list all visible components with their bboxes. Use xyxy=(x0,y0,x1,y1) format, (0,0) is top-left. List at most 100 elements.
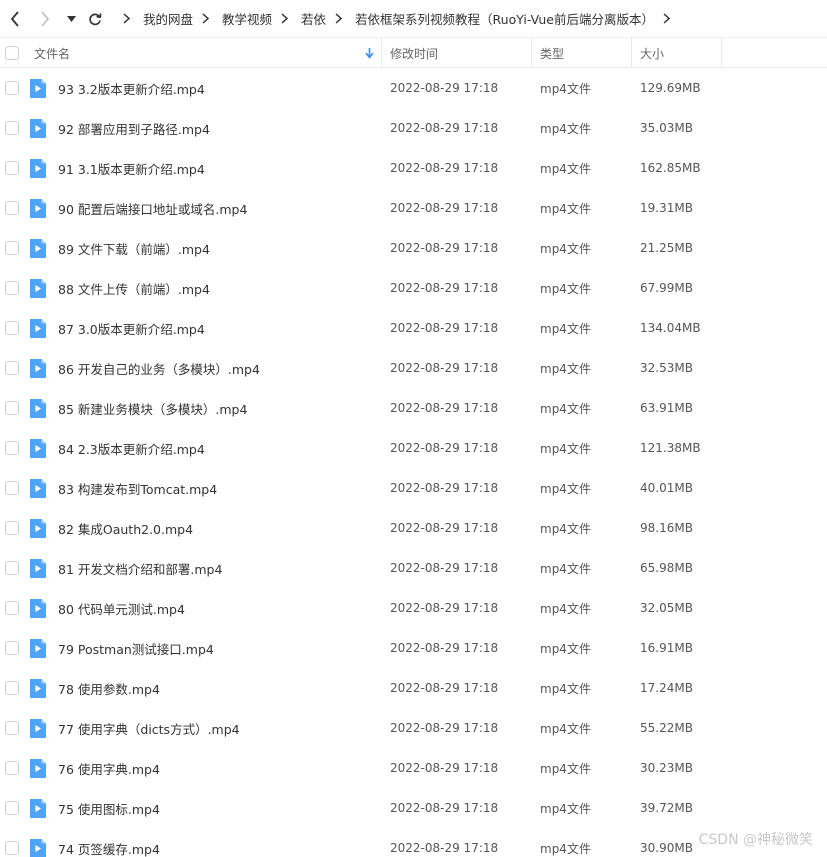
file-modified-time: 2022-08-29 17:18 xyxy=(390,361,499,375)
table-row[interactable]: 77 使用字典（dicts方式）.mp4 2022-08-29 17:18 mp4文… xyxy=(0,708,827,748)
file-name[interactable]: 87 3.0版本更新介绍.mp4 xyxy=(58,308,205,348)
back-button[interactable] xyxy=(4,8,26,30)
row-checkbox[interactable] xyxy=(5,348,19,388)
file-name[interactable]: 84 2.3版本更新介绍.mp4 xyxy=(58,428,205,468)
forward-button[interactable] xyxy=(34,8,56,30)
row-checkbox[interactable] xyxy=(5,828,19,857)
select-all-checkbox[interactable] xyxy=(5,38,19,68)
file-name[interactable]: 93 3.2版本更新介绍.mp4 xyxy=(58,68,205,108)
breadcrumb-expand-icon[interactable] xyxy=(663,13,673,25)
table-row[interactable]: 82 集成Oauth2.0.mp4 2022-08-29 17:18 mp4文件 98… xyxy=(0,508,827,548)
file-name[interactable]: 75 使用图标.mp4 xyxy=(58,788,160,828)
table-row[interactable]: 89 文件下载（前端）.mp4 2022-08-29 17:18 mp4文件 21.2… xyxy=(0,228,827,268)
row-checkbox[interactable] xyxy=(5,548,19,588)
file-name[interactable]: 80 代码单元测试.mp4 xyxy=(58,588,185,628)
column-header-modified[interactable]: 修改时间 xyxy=(390,38,438,68)
file-name[interactable]: 89 文件下载（前端）.mp4 xyxy=(58,228,210,268)
video-file-icon xyxy=(29,308,47,348)
row-checkbox[interactable] xyxy=(5,788,19,828)
row-checkbox[interactable] xyxy=(5,148,19,188)
caret-down-icon xyxy=(66,15,76,22)
row-checkbox[interactable] xyxy=(5,228,19,268)
table-row[interactable]: 84 2.3版本更新介绍.mp4 2022-08-29 17:18 mp4文件 121… xyxy=(0,428,827,468)
breadcrumb-item[interactable]: 若依框架系列视频教程（RuoYi-Vue前后端分离版本） xyxy=(355,9,654,28)
video-file-icon xyxy=(29,508,47,548)
video-file-icon xyxy=(29,468,47,508)
row-checkbox[interactable] xyxy=(5,588,19,628)
video-file-icon xyxy=(29,268,47,308)
table-row[interactable]: 88 文件上传（前端）.mp4 2022-08-29 17:18 mp4文件 67.9… xyxy=(0,268,827,308)
row-checkbox[interactable] xyxy=(5,308,19,348)
refresh-button[interactable] xyxy=(84,8,106,30)
file-name[interactable]: 74 页签缓存.mp4 xyxy=(58,828,160,857)
row-checkbox[interactable] xyxy=(5,628,19,668)
row-checkbox[interactable] xyxy=(5,388,19,428)
file-size: 17.24MB xyxy=(640,681,693,695)
file-modified-time: 2022-08-29 17:18 xyxy=(390,561,499,575)
file-size: 121.38MB xyxy=(640,441,701,455)
video-file-icon xyxy=(29,428,47,468)
table-row[interactable]: 92 部署应用到子路径.mp4 2022-08-29 17:18 mp4文件 35.0… xyxy=(0,108,827,148)
table-row[interactable]: 78 使用参数.mp4 2022-08-29 17:18 mp4文件 17.24MB xyxy=(0,668,827,708)
table-row[interactable]: 75 使用图标.mp4 2022-08-29 17:18 mp4文件 39.72MB xyxy=(0,788,827,828)
file-modified-time: 2022-08-29 17:18 xyxy=(390,81,499,95)
table-row[interactable]: 91 3.1版本更新介绍.mp4 2022-08-29 17:18 mp4文件 162… xyxy=(0,148,827,188)
row-checkbox[interactable] xyxy=(5,268,19,308)
file-name[interactable]: 78 使用参数.mp4 xyxy=(58,668,160,708)
file-modified-time: 2022-08-29 17:18 xyxy=(390,481,499,495)
row-checkbox[interactable] xyxy=(5,108,19,148)
file-type: mp4文件 xyxy=(540,321,591,336)
file-name[interactable]: 83 构建发布到Tomcat.mp4 xyxy=(58,468,217,508)
file-name[interactable]: 81 开发文档介绍和部署.mp4 xyxy=(58,548,222,588)
file-modified-time: 2022-08-29 17:18 xyxy=(390,721,499,735)
row-checkbox[interactable] xyxy=(5,508,19,548)
table-row[interactable]: 81 开发文档介绍和部署.mp4 2022-08-29 17:18 mp4文件 65.… xyxy=(0,548,827,588)
file-size: 21.25MB xyxy=(640,241,693,255)
file-name[interactable]: 86 开发自己的业务（多模块）.mp4 xyxy=(58,348,260,388)
column-header-name[interactable]: 文件名 xyxy=(34,38,380,68)
table-row[interactable]: 79 Postman测试接口.mp4 2022-08-29 17:18 mp4文件 1… xyxy=(0,628,827,668)
history-dropdown-button[interactable] xyxy=(60,8,82,30)
row-checkbox[interactable] xyxy=(5,748,19,788)
table-row[interactable]: 83 构建发布到Tomcat.mp4 2022-08-29 17:18 mp4文件 4… xyxy=(0,468,827,508)
table-row[interactable]: 87 3.0版本更新介绍.mp4 2022-08-29 17:18 mp4文件 134… xyxy=(0,308,827,348)
file-size: 162.85MB xyxy=(640,161,701,175)
file-size: 67.99MB xyxy=(640,281,693,295)
column-modified-label: 修改时间 xyxy=(390,46,439,61)
row-checkbox[interactable] xyxy=(5,468,19,508)
file-type: mp4文件 xyxy=(540,561,591,576)
table-row[interactable]: 74 页签缓存.mp4 2022-08-29 17:18 mp4文件 30.90MB xyxy=(0,828,827,857)
row-checkbox[interactable] xyxy=(5,708,19,748)
column-header-size[interactable]: 大小 xyxy=(640,38,664,68)
chevron-right-icon xyxy=(41,10,50,27)
file-size: 32.53MB xyxy=(640,361,693,375)
row-checkbox[interactable] xyxy=(5,428,19,468)
refresh-icon xyxy=(89,12,102,25)
table-row[interactable]: 93 3.2版本更新介绍.mp4 2022-08-29 17:18 mp4文件 129… xyxy=(0,68,827,108)
row-checkbox[interactable] xyxy=(5,68,19,108)
file-name[interactable]: 76 使用字典.mp4 xyxy=(58,748,160,788)
breadcrumb-item[interactable]: 我的网盘 xyxy=(143,9,193,28)
breadcrumb-separator-icon xyxy=(281,13,291,25)
file-name[interactable]: 92 部署应用到子路径.mp4 xyxy=(58,108,210,148)
file-type: mp4文件 xyxy=(540,201,591,216)
table-row[interactable]: 90 配置后端接口地址或域名.mp4 2022-08-29 17:18 mp4文件 1… xyxy=(0,188,827,228)
file-name[interactable]: 90 配置后端接口地址或域名.mp4 xyxy=(58,188,247,228)
file-name[interactable]: 91 3.1版本更新介绍.mp4 xyxy=(58,148,205,188)
row-checkbox[interactable] xyxy=(5,188,19,228)
breadcrumb-item[interactable]: 教学视频 xyxy=(222,9,272,28)
file-name[interactable]: 82 集成Oauth2.0.mp4 xyxy=(58,508,193,548)
breadcrumb-item[interactable]: 若依 xyxy=(301,9,326,28)
table-row[interactable]: 80 代码单元测试.mp4 2022-08-29 17:18 mp4文件 32.05M… xyxy=(0,588,827,628)
file-name[interactable]: 88 文件上传（前端）.mp4 xyxy=(58,268,210,308)
video-file-icon xyxy=(29,788,47,828)
column-header-type[interactable]: 类型 xyxy=(540,38,564,68)
row-checkbox[interactable] xyxy=(5,668,19,708)
column-name-label: 文件名 xyxy=(34,46,71,61)
table-row[interactable]: 76 使用字典.mp4 2022-08-29 17:18 mp4文件 30.23MB xyxy=(0,748,827,788)
table-row[interactable]: 86 开发自己的业务（多模块）.mp4 2022-08-29 17:18 mp4文件… xyxy=(0,348,827,388)
file-name[interactable]: 79 Postman测试接口.mp4 xyxy=(58,628,214,668)
file-name[interactable]: 77 使用字典（dicts方式）.mp4 xyxy=(58,708,240,748)
table-row[interactable]: 85 新建业务模块（多模块）.mp4 2022-08-29 17:18 mp4文件 6… xyxy=(0,388,827,428)
file-name[interactable]: 85 新建业务模块（多模块）.mp4 xyxy=(58,388,247,428)
